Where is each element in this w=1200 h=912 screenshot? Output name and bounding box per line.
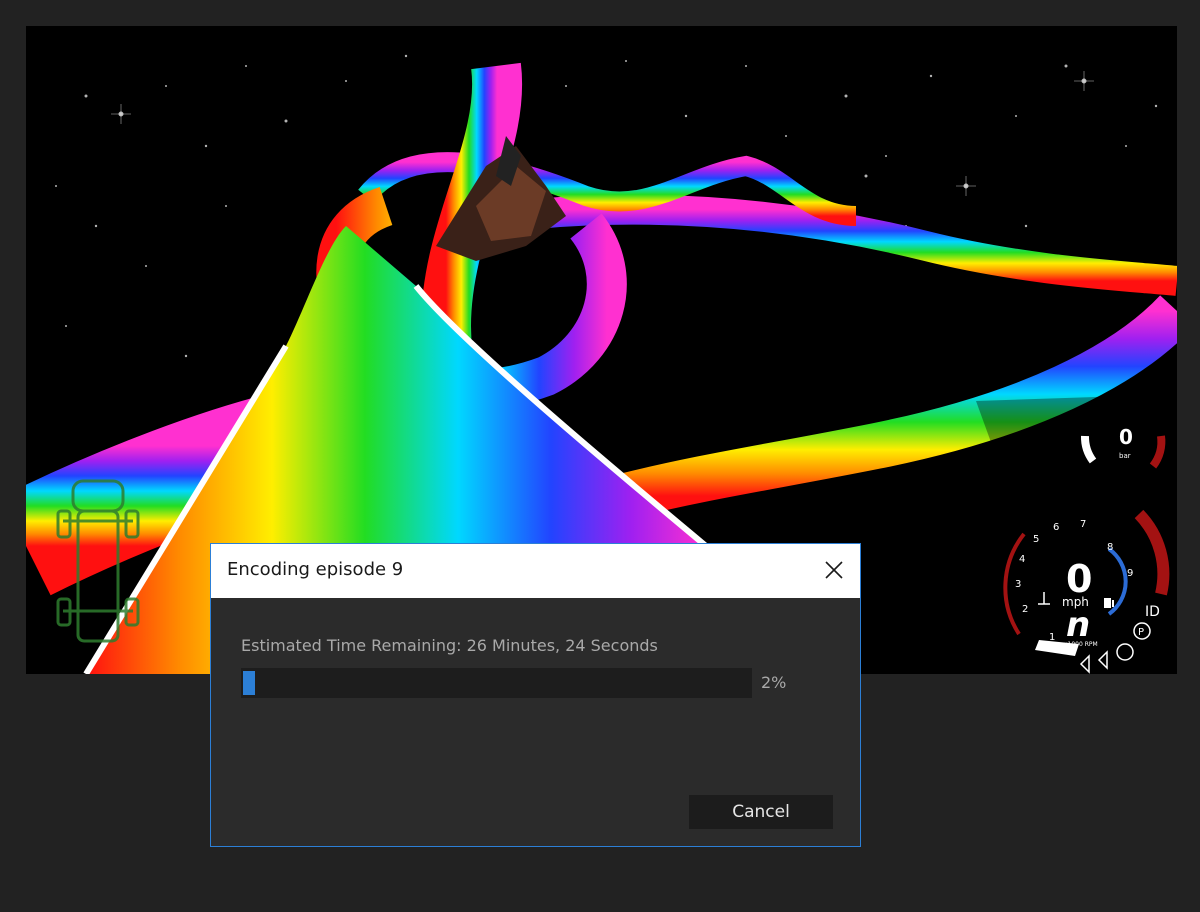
tach-number-5: 5: [1033, 534, 1039, 545]
temperature-icon: [1038, 592, 1050, 605]
encoding-dialog: Encoding episode 9 Estimated Time Remain…: [210, 543, 861, 847]
progress-bar: [241, 668, 752, 698]
close-icon: [825, 561, 843, 579]
tach-number-3: 3: [1015, 579, 1021, 590]
small-gauge-value: 0: [1119, 425, 1133, 449]
park-label: P: [1138, 627, 1144, 638]
progress-bar-fill: [243, 671, 255, 695]
star-flares: [111, 71, 1094, 196]
cancel-button[interactable]: Cancel: [689, 795, 833, 829]
close-button[interactable]: [818, 554, 850, 586]
fuel-icon: [1104, 598, 1114, 608]
tach-number-1: 1: [1049, 632, 1055, 643]
tach-number-8: 8: [1107, 542, 1113, 553]
warning-icon: [1116, 643, 1134, 661]
small-gauge-unit: bar: [1119, 452, 1131, 460]
id-label: ID: [1145, 604, 1160, 620]
time-remaining-text: Estimated Time Remaining: 26 Minutes, 24…: [241, 636, 658, 655]
gear-indicator: n: [1066, 605, 1090, 645]
dialog-title: Encoding episode 9: [227, 559, 404, 580]
tach-number-2: 2: [1022, 604, 1028, 615]
tach-number-4: 4: [1019, 554, 1025, 565]
tach-number-9: 9: [1127, 568, 1133, 579]
tachometer: 1 2 3 4 5 6 7 8 9 0 mph n x1000 RPM ID P: [1003, 509, 1170, 674]
tach-number-7: 7: [1080, 519, 1086, 530]
rpm-unit: x1000 RPM: [1064, 641, 1098, 648]
progress-percent: 2%: [761, 673, 787, 692]
rainbow-track-far-right: [452, 194, 1177, 296]
tach-number-6: 6: [1053, 522, 1059, 533]
dialog-titlebar[interactable]: Encoding episode 9: [211, 544, 860, 598]
turn-signal-icon: [1079, 650, 1108, 674]
